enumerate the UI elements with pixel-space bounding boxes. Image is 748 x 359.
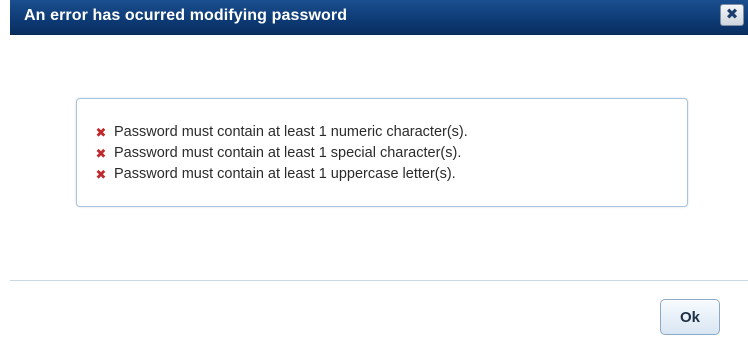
error-item-numeric: ✖ Password must contain at least 1 numer… bbox=[95, 121, 468, 142]
error-text: Password must contain at least 1 upperca… bbox=[114, 165, 456, 182]
ok-button[interactable]: Ok bbox=[660, 299, 720, 335]
error-x-icon: ✖ bbox=[95, 145, 107, 161]
error-item-uppercase: ✖ Password must contain at least 1 upper… bbox=[95, 163, 468, 184]
dialog-footer: Ok bbox=[10, 281, 748, 359]
error-item-special: ✖ Password must contain at least 1 speci… bbox=[95, 142, 468, 163]
error-text: Password must contain at least 1 numeric… bbox=[114, 123, 468, 140]
error-message-box: ✖ Password must contain at least 1 numer… bbox=[76, 98, 688, 207]
error-list: ✖ Password must contain at least 1 numer… bbox=[95, 121, 468, 184]
error-x-icon: ✖ bbox=[95, 166, 107, 182]
dialog-titlebar: An error has ocurred modifying password … bbox=[10, 0, 748, 35]
close-icon[interactable]: ✖ bbox=[720, 4, 744, 26]
error-text: Password must contain at least 1 special… bbox=[114, 144, 462, 161]
error-dialog: An error has ocurred modifying password … bbox=[0, 0, 748, 359]
dialog-content: ✖ Password must contain at least 1 numer… bbox=[10, 35, 748, 280]
error-x-icon: ✖ bbox=[95, 124, 107, 140]
dialog-title: An error has ocurred modifying password bbox=[24, 7, 348, 24]
